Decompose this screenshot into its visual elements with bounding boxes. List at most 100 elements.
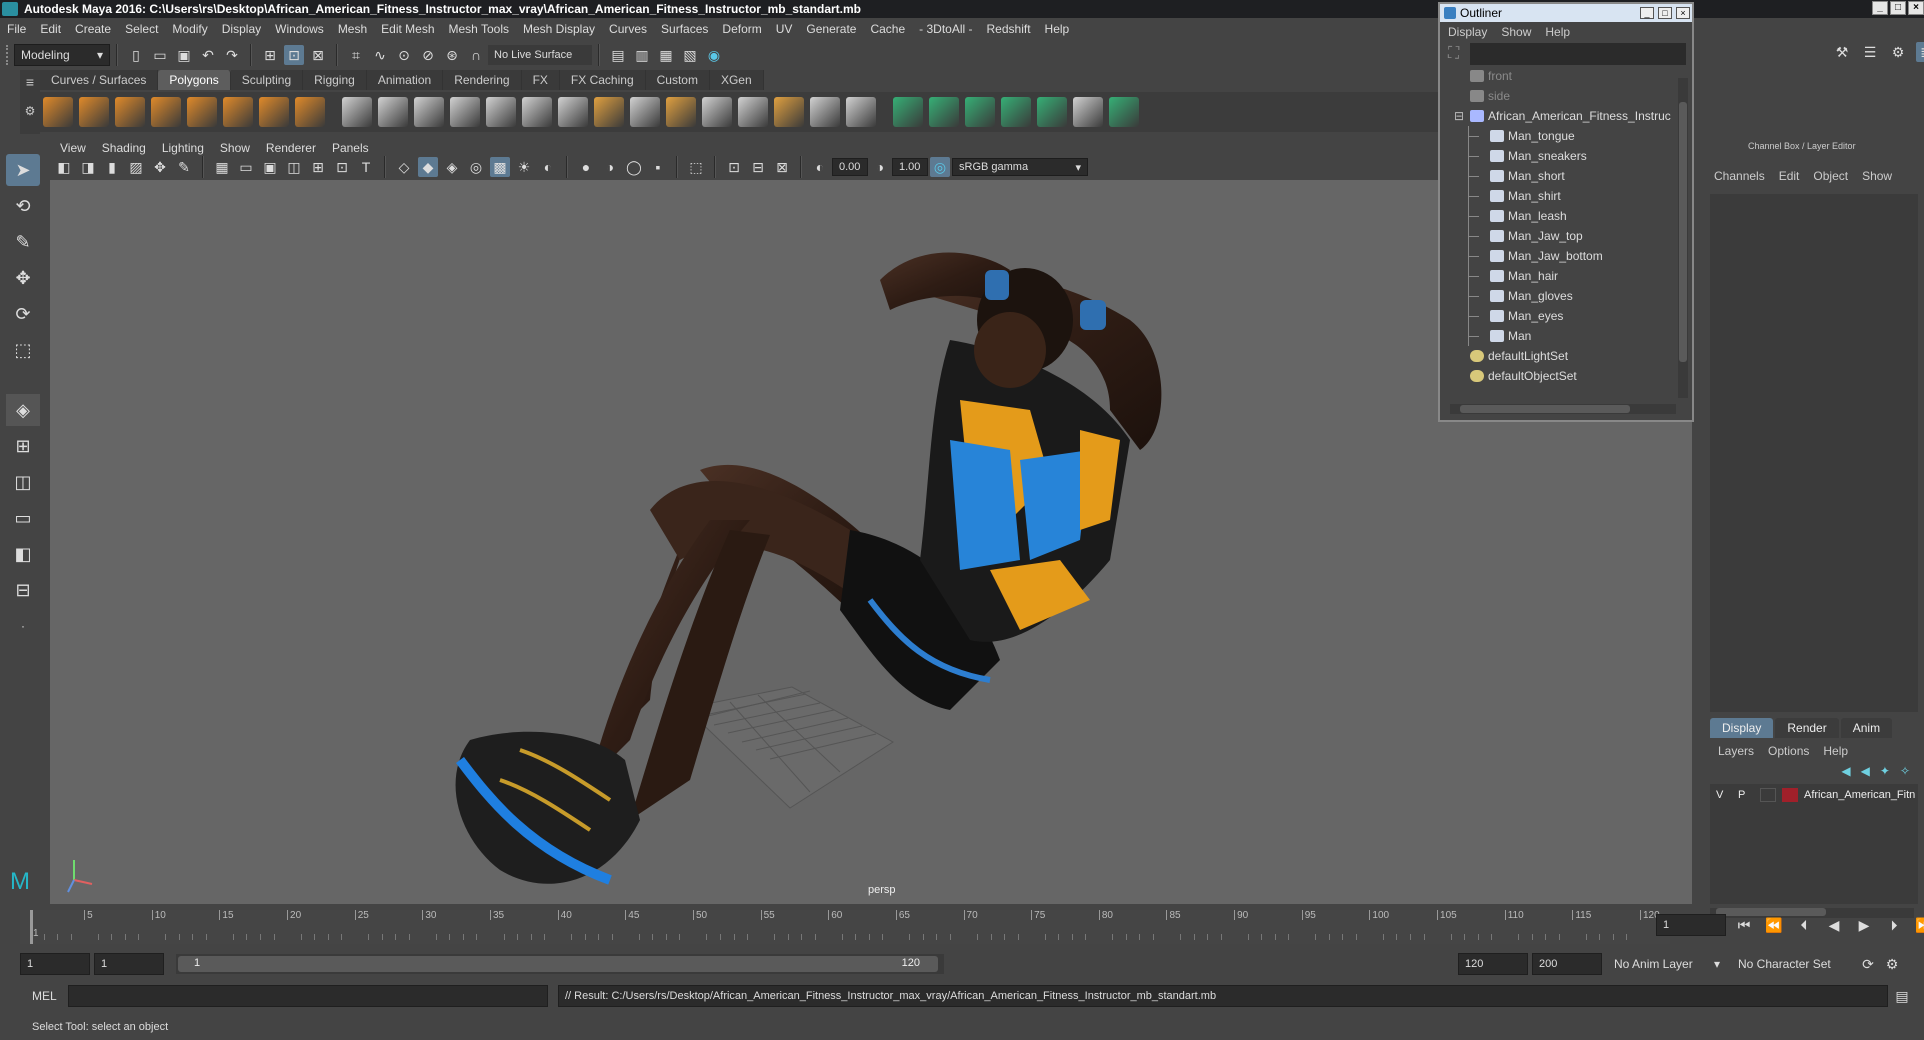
- auto-key-icon[interactable]: ⟳: [1858, 954, 1878, 974]
- side-by-side-layout-icon[interactable]: ◫: [6, 466, 40, 498]
- smooth-shade-icon[interactable]: ◆: [418, 157, 438, 177]
- insert-edge-loop-icon[interactable]: [702, 97, 732, 127]
- new-layer-selected-icon[interactable]: ✧: [1900, 764, 1910, 778]
- shelf-tab-fx-caching[interactable]: FX Caching: [559, 70, 646, 90]
- poly-pyramid-icon[interactable]: [259, 97, 289, 127]
- grease-pencil-icon[interactable]: ✎: [174, 157, 194, 177]
- viewport-menu-show[interactable]: Show: [212, 141, 258, 155]
- gate-mask-icon[interactable]: ◫: [284, 157, 304, 177]
- uv-editor-icon[interactable]: [1037, 97, 1067, 127]
- paint-select-icon[interactable]: ✎: [6, 226, 40, 258]
- image-plane-icon[interactable]: ▨: [126, 157, 146, 177]
- viewport-menu-panels[interactable]: Panels: [324, 141, 377, 155]
- wireframe-icon[interactable]: ◇: [394, 157, 414, 177]
- snap-curve-icon[interactable]: ∿: [370, 45, 390, 65]
- outliner-item[interactable]: Man: [1440, 326, 1678, 346]
- menu-redshift[interactable]: Redshift: [980, 22, 1038, 36]
- backface-culling-icon[interactable]: ⊠: [772, 157, 792, 177]
- outliner-vscroll[interactable]: [1678, 78, 1688, 398]
- step-back-key-icon[interactable]: ⏴: [1794, 915, 1814, 935]
- combine-icon[interactable]: [342, 97, 372, 127]
- shelf-tab-fx[interactable]: FX: [521, 70, 560, 90]
- multi-cut-icon[interactable]: [558, 97, 588, 127]
- undo-icon[interactable]: ↶: [198, 45, 218, 65]
- outliner-item[interactable]: Man_gloves: [1440, 286, 1678, 306]
- channel-tab-channels[interactable]: Channels: [1714, 169, 1765, 183]
- outliner-item[interactable]: Man_eyes: [1440, 306, 1678, 326]
- viewport-menu-view[interactable]: View: [52, 141, 94, 155]
- fill-hole-icon[interactable]: [810, 97, 840, 127]
- view-transform-select[interactable]: sRGB gamma ▾: [952, 158, 1088, 176]
- four-view-layout-icon[interactable]: ⊞: [6, 430, 40, 462]
- new-scene-icon[interactable]: ▯: [126, 45, 146, 65]
- ambient-occlusion-icon[interactable]: ●: [576, 157, 596, 177]
- time-slider[interactable]: 1 5 10 15 20 25 30 35 40 45 50 55 60 65 70 75 80 85 90 95 10…: [20, 910, 1670, 944]
- booleans-icon[interactable]: [486, 97, 516, 127]
- save-scene-icon[interactable]: ▣: [174, 45, 194, 65]
- camera-attributes-icon[interactable]: ◨: [78, 157, 98, 177]
- exposure-field[interactable]: 0.00: [832, 158, 868, 176]
- range-slider-handle[interactable]: [178, 956, 938, 972]
- render-frame-icon[interactable]: ▤: [608, 45, 628, 65]
- attribute-editor-icon[interactable]: ☰: [1860, 42, 1880, 62]
- select-hierarchy-icon[interactable]: ⊞: [260, 45, 280, 65]
- extrude-icon[interactable]: [594, 97, 624, 127]
- textured-icon[interactable]: ▩: [490, 157, 510, 177]
- minimize-icon[interactable]: _: [1640, 7, 1654, 19]
- channel-tab-object[interactable]: Object: [1813, 169, 1848, 183]
- command-language[interactable]: MEL: [32, 989, 68, 1003]
- snap-point-icon[interactable]: ⊙: [394, 45, 414, 65]
- poly-cylinder-icon[interactable]: [115, 97, 145, 127]
- channel-tab-show[interactable]: Show: [1862, 169, 1892, 183]
- color-management-icon[interactable]: ◎: [930, 157, 950, 177]
- bookmark-icon[interactable]: ▮: [102, 157, 122, 177]
- preferences-icon[interactable]: ⚙: [1882, 954, 1902, 974]
- move-tool-icon[interactable]: ✥: [6, 262, 40, 294]
- menu-cache[interactable]: Cache: [863, 22, 912, 36]
- more-layouts-icon[interactable]: ·: [6, 610, 40, 642]
- anim-layer-select[interactable]: No Anim Layer ▾: [1608, 953, 1726, 975]
- snap-view-icon[interactable]: ⊘: [418, 45, 438, 65]
- menu-mesh-tools[interactable]: Mesh Tools: [442, 22, 516, 36]
- shelf-tab-custom[interactable]: Custom: [645, 70, 710, 90]
- play-backwards-icon[interactable]: ◀: [1824, 915, 1844, 935]
- wireframe-on-shaded-icon[interactable]: ◈: [442, 157, 462, 177]
- outliner-item[interactable]: defaultObjectSet: [1440, 366, 1678, 386]
- checker-icon[interactable]: [1073, 97, 1103, 127]
- outliner-item[interactable]: Man_shirt: [1440, 186, 1678, 206]
- menu-file[interactable]: File: [0, 22, 33, 36]
- menu-edit[interactable]: Edit: [33, 22, 68, 36]
- poly-cube-icon[interactable]: [79, 97, 109, 127]
- scale-tool-icon[interactable]: ⬚: [6, 334, 40, 366]
- twod-pan-icon[interactable]: ✥: [150, 157, 170, 177]
- safe-title-icon[interactable]: T: [356, 157, 376, 177]
- script-editor-icon[interactable]: ▤: [1892, 986, 1912, 1006]
- layer-row[interactable]: V P African_American_Fitn: [1710, 784, 1918, 806]
- collapse-icon[interactable]: ⊟: [1454, 109, 1464, 123]
- field-chart-icon[interactable]: ⊞: [308, 157, 328, 177]
- outliner-item[interactable]: Man_Jaw_top: [1440, 226, 1678, 246]
- layer-visibility-toggle[interactable]: V: [1716, 789, 1732, 801]
- shelf-tab-animation[interactable]: Animation: [366, 70, 444, 90]
- spherical-uv-icon[interactable]: [965, 97, 995, 127]
- shelf-tab-polygons[interactable]: Polygons: [158, 70, 231, 90]
- motion-blur-icon[interactable]: ◑: [600, 157, 620, 177]
- append-polygon-icon[interactable]: [774, 97, 804, 127]
- move-layer-down-icon[interactable]: ◀: [1861, 764, 1870, 778]
- hypershade-layout-icon[interactable]: ⊟: [6, 574, 40, 606]
- playback-end-field[interactable]: 120: [1458, 953, 1528, 975]
- viewport-menu-renderer[interactable]: Renderer: [258, 141, 324, 155]
- command-input[interactable]: [68, 985, 548, 1007]
- menu-curves[interactable]: Curves: [602, 22, 654, 36]
- move-layer-up-icon[interactable]: ◀: [1841, 764, 1850, 778]
- bridge-icon[interactable]: [630, 97, 660, 127]
- menu-windows[interactable]: Windows: [268, 22, 331, 36]
- use-lights-icon[interactable]: ☀: [514, 157, 534, 177]
- menu-mesh[interactable]: Mesh: [331, 22, 374, 36]
- select-tool-icon[interactable]: ➤: [6, 154, 40, 186]
- safe-action-icon[interactable]: ⊡: [332, 157, 352, 177]
- character-set-select[interactable]: No Character Set: [1732, 953, 1852, 975]
- layer-display-type[interactable]: [1760, 788, 1776, 802]
- outliner-menu-display[interactable]: Display: [1448, 25, 1487, 39]
- shadows-icon[interactable]: ◐: [538, 157, 558, 177]
